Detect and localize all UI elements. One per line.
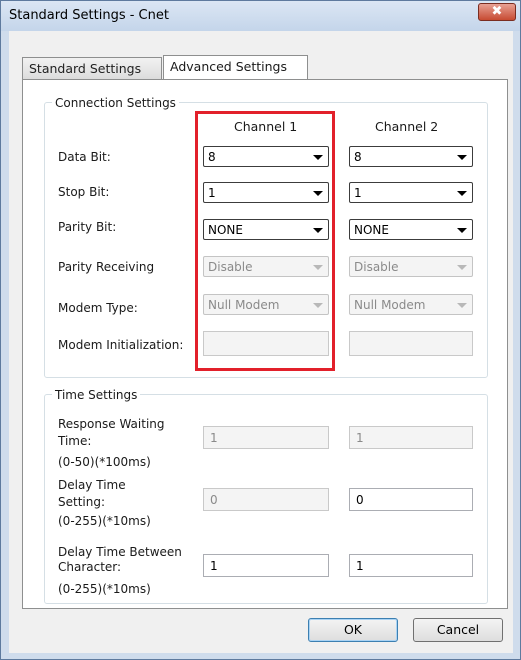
delay-time-label-line2: Setting: [58, 495, 106, 509]
delay-between-ch2-field[interactable]: 1 [349, 554, 473, 577]
chevron-down-icon [313, 191, 323, 196]
parity-bit-ch1-select[interactable]: NONE [203, 219, 329, 240]
delay-between-label-line1: Delay Time Between [58, 545, 182, 559]
delay-time-ch1-field: 0 [203, 488, 329, 511]
chevron-down-icon [457, 191, 467, 196]
delay-time-ch2-field[interactable]: 0 [349, 488, 473, 511]
time-settings-title: Time Settings [52, 388, 141, 402]
data-bit-ch1-value: 8 [208, 150, 216, 164]
parity-receiving-label: Parity Receiving [58, 260, 155, 274]
ok-button[interactable]: OK [308, 618, 398, 642]
stop-bit-ch2-select[interactable]: 1 [349, 182, 473, 203]
modem-type-ch2-select: Null Modem [349, 294, 473, 315]
chevron-down-icon [313, 303, 323, 308]
stop-bit-ch2-value: 1 [354, 186, 362, 200]
modem-type-label: Modem Type: [58, 301, 138, 315]
parity-receiving-ch2-value: Disable [354, 260, 399, 274]
modem-type-ch2-value: Null Modem [354, 298, 426, 312]
parity-bit-label: Parity Bit: [58, 220, 117, 234]
parity-bit-ch2-value: NONE [354, 223, 389, 237]
title-bar[interactable]: Standard Settings - Cnet ✖ [1, 1, 520, 31]
connection-settings-title: Connection Settings [52, 96, 179, 110]
modem-type-ch1-value: Null Modem [208, 298, 280, 312]
tab-advanced-settings[interactable]: Advanced Settings [163, 55, 308, 80]
close-icon: ✖ [491, 4, 503, 19]
modem-init-ch1-field [203, 331, 329, 356]
channel2-header: Channel 2 [375, 119, 439, 134]
response-waiting-range: (0-50)(*100ms) [58, 455, 151, 469]
window-title: Standard Settings - Cnet [9, 8, 169, 23]
response-waiting-label-line2: Time: [58, 434, 92, 448]
parity-bit-ch1-value: NONE [208, 223, 243, 237]
delay-between-label-line2: Character: [58, 560, 122, 574]
chevron-down-icon [313, 265, 323, 270]
chevron-down-icon [457, 155, 467, 160]
data-bit-ch2-select[interactable]: 8 [349, 146, 473, 167]
delay-time-range: (0-255)(*10ms) [58, 514, 151, 528]
close-button[interactable]: ✖ [478, 3, 516, 21]
response-waiting-ch1-field: 1 [203, 426, 329, 449]
response-waiting-ch2-field: 1 [349, 426, 473, 449]
modem-initialization-label: Modem Initialization: [58, 338, 184, 352]
delay-between-ch1-field[interactable]: 1 [203, 554, 329, 577]
data-bit-ch2-value: 8 [354, 150, 362, 164]
modem-init-ch2-field [349, 331, 473, 356]
parity-receiving-ch1-select: Disable [203, 256, 329, 277]
delay-between-range: (0-255)(*10ms) [58, 582, 151, 596]
modem-type-ch1-select: Null Modem [203, 294, 329, 315]
channel1-header: Channel 1 [234, 119, 298, 134]
cancel-button[interactable]: Cancel [413, 618, 503, 642]
delay-time-label-line1: Delay Time [58, 478, 126, 492]
chevron-down-icon [457, 228, 467, 233]
stop-bit-label: Stop Bit: [58, 185, 110, 199]
chevron-down-icon [457, 303, 467, 308]
chevron-down-icon [457, 265, 467, 270]
parity-receiving-ch1-value: Disable [208, 260, 253, 274]
data-bit-ch1-select[interactable]: 8 [203, 146, 329, 167]
data-bit-label: Data Bit: [58, 150, 111, 164]
stop-bit-ch1-value: 1 [208, 186, 216, 200]
tab-standard-settings[interactable]: Standard Settings [22, 57, 162, 79]
response-waiting-label-line1: Response Waiting [58, 417, 165, 431]
parity-receiving-ch2-select: Disable [349, 256, 473, 277]
chevron-down-icon [313, 228, 323, 233]
parity-bit-ch2-select[interactable]: NONE [349, 219, 473, 240]
stop-bit-ch1-select[interactable]: 1 [203, 182, 329, 203]
chevron-down-icon [313, 155, 323, 160]
